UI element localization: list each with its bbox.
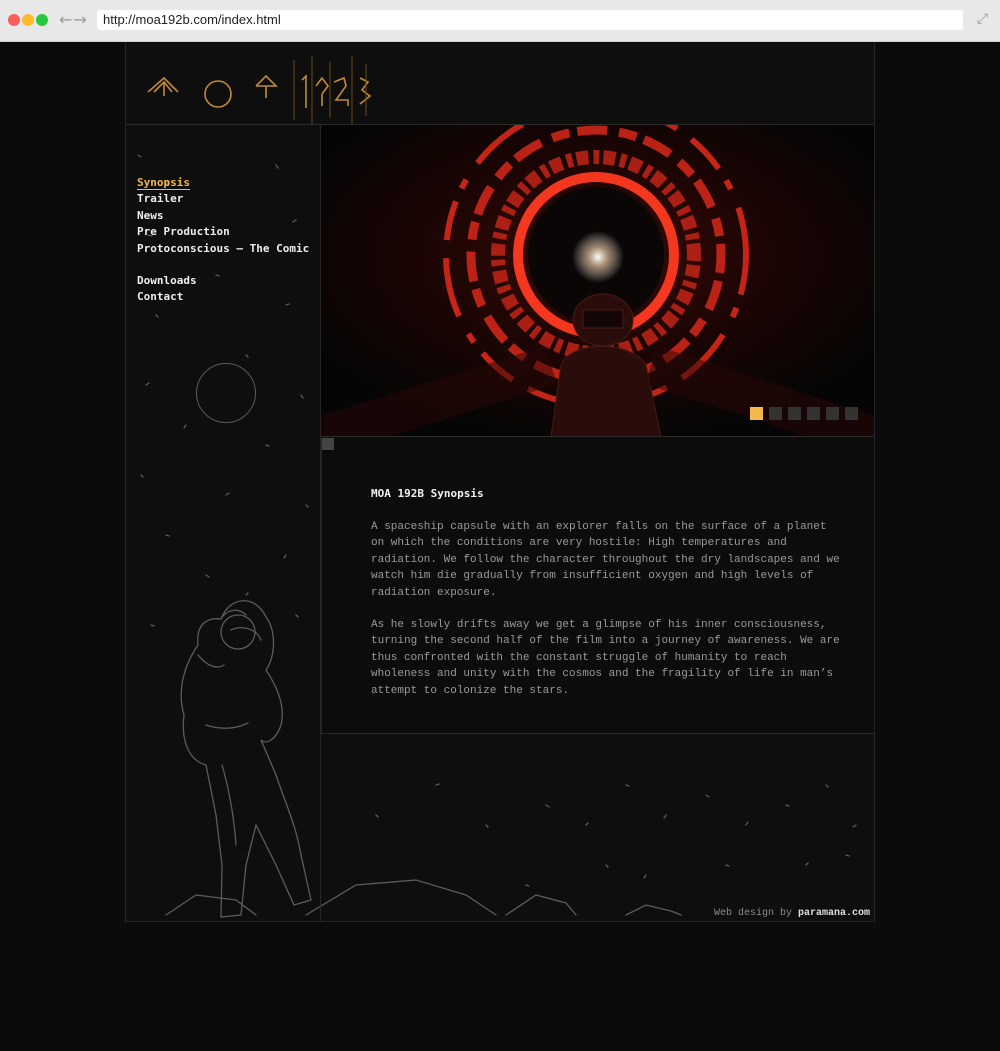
slide-dot-1[interactable] (750, 407, 763, 420)
nav-item-comic[interactable]: Protoconscious — The Comic (137, 241, 309, 257)
forward-arrow-icon[interactable]: → (73, 10, 87, 29)
nav-item-pre-production[interactable]: Pre Production (137, 224, 309, 240)
slide-dot-4[interactable] (807, 407, 820, 420)
hero-slideshow[interactable] (321, 125, 874, 437)
main-nav: Synopsis Trailer News Pre Production Pro… (137, 175, 309, 306)
sidebar: Synopsis Trailer News Pre Production Pro… (126, 125, 321, 921)
circle-ornament (196, 363, 256, 423)
nav-arrows: ←→ (59, 10, 88, 29)
slideshow-indicators (750, 407, 858, 420)
nav-item-news[interactable]: News (137, 208, 309, 224)
slide-dot-5[interactable] (826, 407, 839, 420)
address-bar[interactable]: http://moa192b.com/index.html (97, 10, 963, 30)
site-frame: Synopsis Trailer News Pre Production Pro… (125, 42, 875, 922)
corner-marker (322, 438, 334, 450)
moa192b-logo[interactable] (144, 56, 384, 124)
site-header (126, 42, 874, 125)
web-design-credit: Web design by paramana.com (714, 908, 870, 919)
close-window-button[interactable] (8, 14, 20, 26)
synopsis-paragraph-1: A spaceship capsule with an explorer fal… (371, 521, 840, 599)
nav-item-downloads[interactable]: Downloads (137, 273, 309, 289)
credit-prefix: Web design by (713, 908, 798, 919)
synopsis-paragraph-2: As he slowly drifts away we get a glimps… (371, 619, 840, 697)
synopsis-panel: MOA 192B Synopsis A spaceship capsule wi… (321, 438, 874, 734)
hero-image (321, 125, 874, 436)
slide-dot-2[interactable] (769, 407, 782, 420)
credit-link[interactable]: paramana.com (798, 908, 870, 919)
nav-item-trailer[interactable]: Trailer (137, 191, 309, 207)
fullscreen-icon[interactable]: ⤢ (977, 11, 988, 27)
maximize-window-button[interactable] (36, 14, 48, 26)
nav-spacer (137, 257, 309, 273)
back-arrow-icon[interactable]: ← (59, 10, 73, 29)
synopsis-title: MOA 192B Synopsis (371, 487, 484, 500)
nav-item-synopsis[interactable]: Synopsis (137, 175, 309, 191)
slide-dot-3[interactable] (788, 407, 801, 420)
nav-item-contact[interactable]: Contact (137, 289, 309, 305)
slide-dot-6[interactable] (845, 407, 858, 420)
minimize-window-button[interactable] (22, 14, 34, 26)
browser-toolbar: ←→ http://moa192b.com/index.html ⤢ (0, 0, 1000, 42)
